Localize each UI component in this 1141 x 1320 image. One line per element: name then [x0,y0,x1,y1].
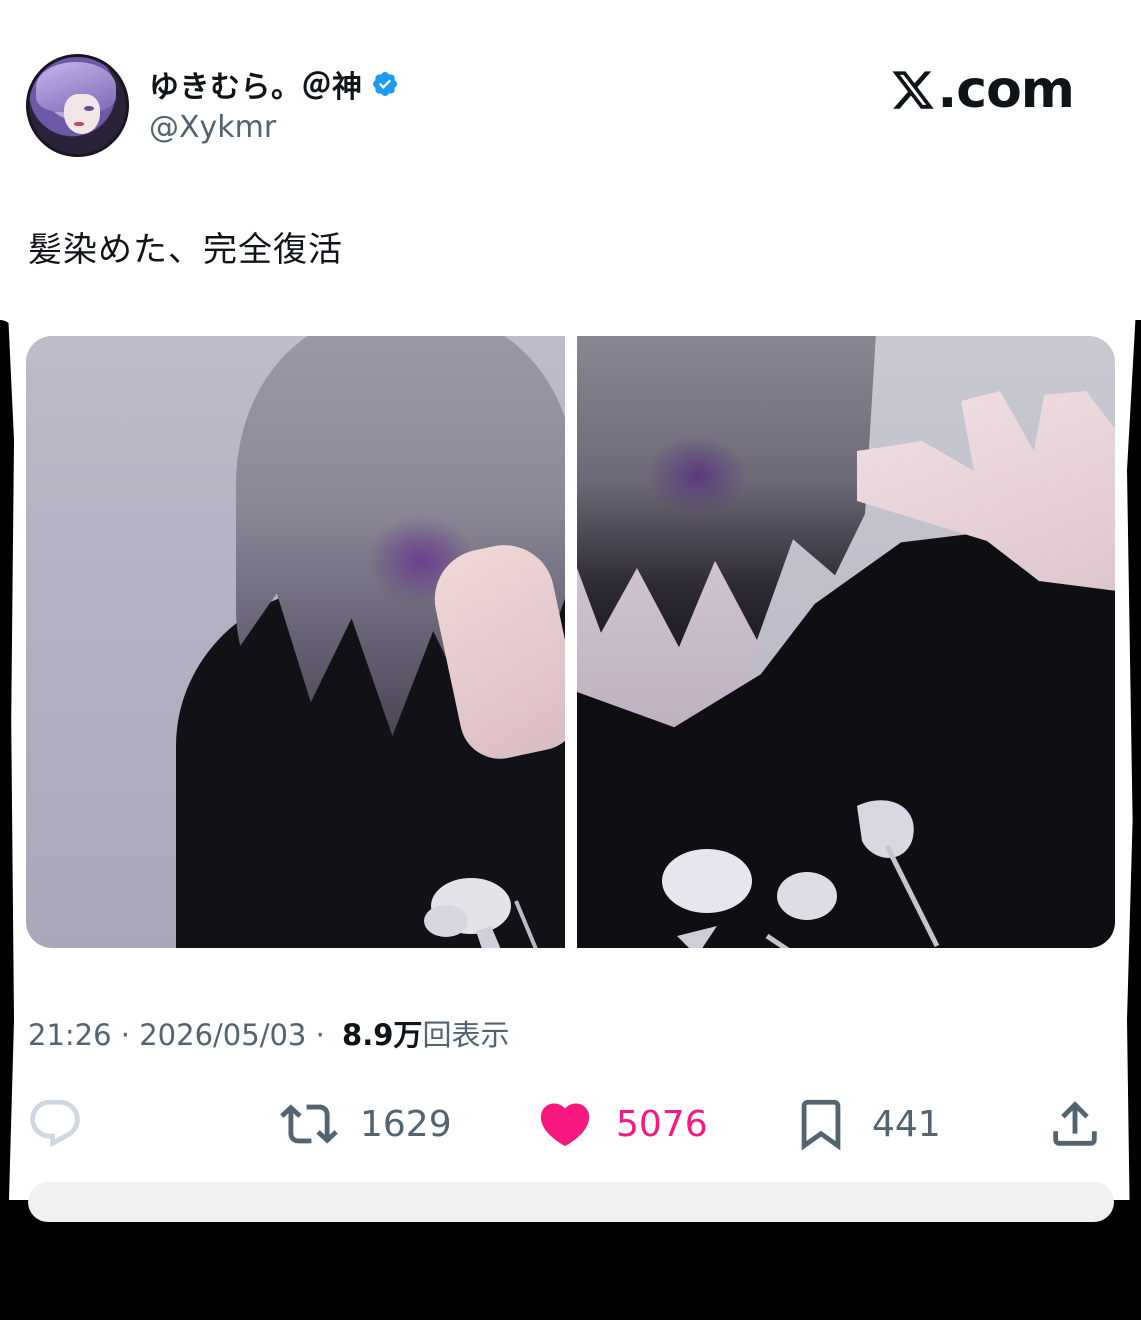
tweet-meta: 21:26 · 2026/05/03 · 8.9 万 回表示 [28,1012,509,1054]
user-handle[interactable]: @Xykmr [149,110,276,145]
photo-left-shirt-print [424,878,538,948]
tweet-text: 髪染めた、完全復活 [28,230,343,270]
retweet-icon [280,1104,338,1144]
tweet-header: ゆきむら。＠神 @Xykmr .com [26,54,1116,158]
views-label: 回表示 [422,1018,510,1052]
views-count: 8.9 [342,1018,394,1052]
meta-separator: · [111,1018,140,1052]
tweet-time[interactable]: 21:26 [28,1018,112,1052]
reply-button[interactable] [26,1092,106,1156]
brand-logo[interactable]: .com [890,60,1075,120]
bookmark-button[interactable]: 441 [792,1092,941,1156]
avatar-ring [26,54,129,157]
avatar[interactable] [26,54,129,157]
brand-domain-text: .com [937,60,1075,120]
name-row: ゆきむら。＠神 [149,62,399,106]
left-frame-edge [0,320,14,1320]
display-name[interactable]: ゆきむら。＠神 [149,62,363,106]
bookmark-count: 441 [872,1103,941,1145]
tweet-date[interactable]: 2026/05/03 [139,1018,306,1052]
tweet-card: ゆきむら。＠神 @Xykmr .com 髪染めた、完全復活 21:26 · 20… [0,0,1141,1320]
views-unit: 万 [393,1018,423,1052]
photo-right[interactable] [577,336,1115,948]
meta-separator: · [306,1018,335,1052]
x-logo-icon [891,71,934,109]
retweet-count: 1629 [360,1103,452,1145]
share-button[interactable] [1046,1092,1104,1156]
like-button[interactable]: 5076 [536,1092,708,1156]
reply-composer-bar[interactable] [28,1182,1114,1222]
right-frame-edge [1127,320,1141,1320]
bookmark-icon [801,1099,841,1151]
verified-badge-icon [372,72,397,96]
photo-right-shirt-print [662,800,940,948]
tweet-actions: 1629 5076 441 [26,1092,1116,1156]
share-icon [1053,1101,1097,1146]
reply-icon [30,1099,80,1148]
like-count: 5076 [616,1103,708,1145]
retweet-button[interactable]: 1629 [280,1092,452,1156]
photo-left[interactable] [26,336,565,948]
heart-icon [540,1103,590,1147]
tweet-media[interactable] [26,336,1115,948]
